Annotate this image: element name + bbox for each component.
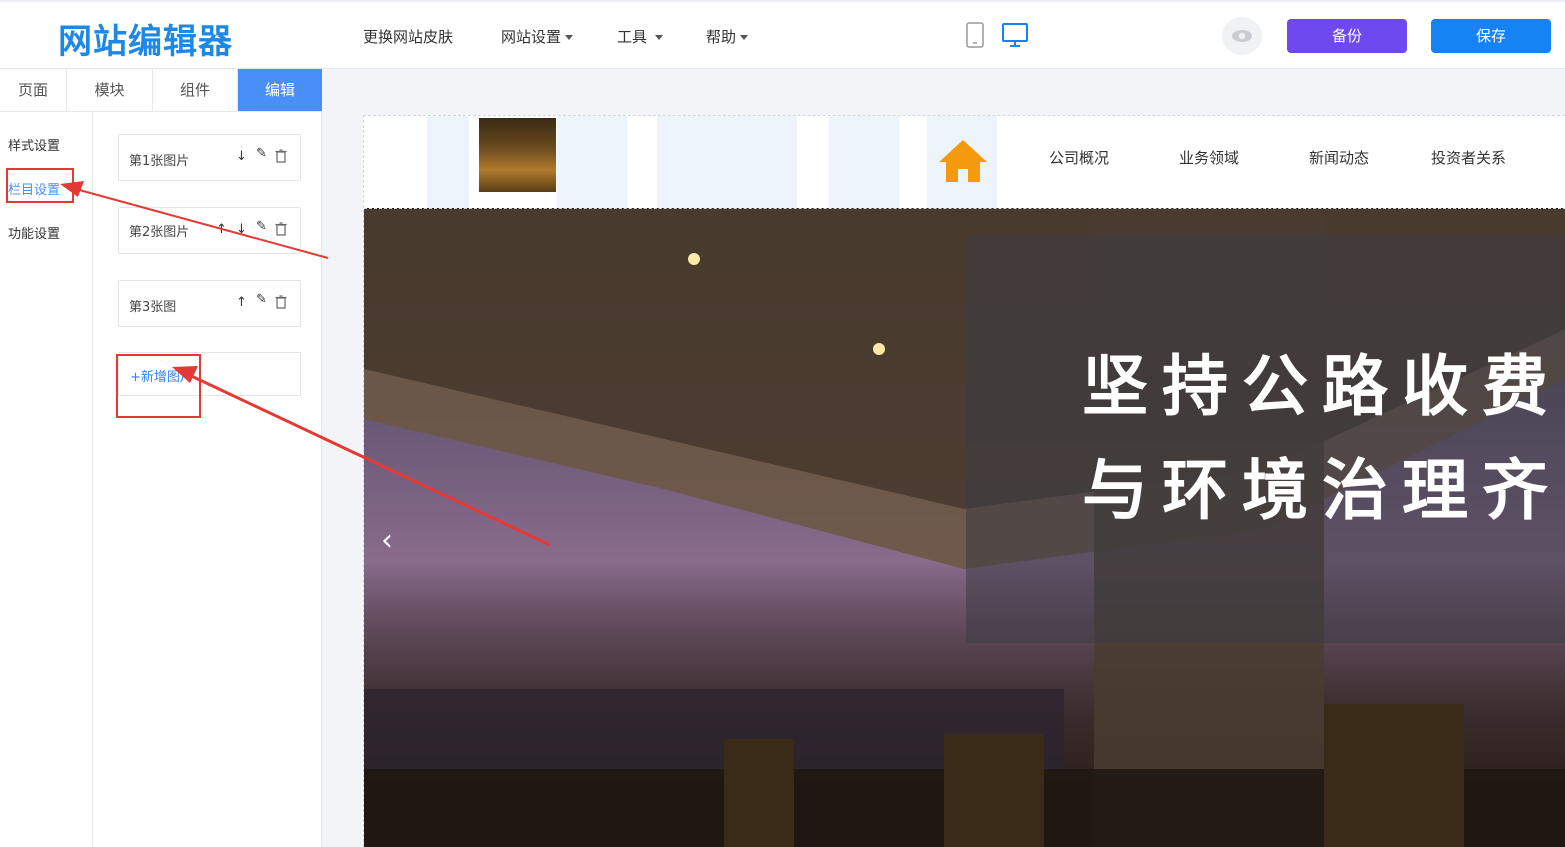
image-item-1: 第1张图片 ↓ ✎	[118, 134, 301, 181]
settings-subnav: 样式设置 栏目设置 功能设置	[0, 112, 93, 847]
chevron-down-icon	[740, 35, 749, 40]
menu-skin[interactable]: 更换网站皮肤	[363, 26, 453, 47]
annotation-box-column-settings	[6, 168, 74, 203]
monitor-icon[interactable]	[1001, 22, 1029, 52]
arrow-up-icon[interactable]: ↑	[236, 295, 247, 311]
arrow-down-icon[interactable]: ↓	[236, 222, 247, 238]
chevron-down-icon	[655, 35, 664, 40]
home-icon[interactable]	[937, 138, 989, 188]
header-stripe	[829, 116, 899, 208]
preview-canvas: 公司概况 业务领域 新闻动态 投资者关系 坚持公路收费 与环境治理齐 ‹	[322, 70, 1565, 847]
arrow-up-icon[interactable]: ↑	[216, 222, 227, 238]
site-nav-business[interactable]: 业务领域	[1179, 147, 1239, 168]
banner-headline-line1: 坚持公路收费	[1082, 347, 1562, 425]
image-item-2: 第2张图片 ↑ ↓ ✎	[118, 207, 301, 254]
tab-page[interactable]: 页面	[0, 69, 67, 111]
menu-skin-label: 更换网站皮肤	[363, 28, 454, 46]
tab-module[interactable]: 模块	[67, 69, 153, 111]
save-button[interactable]: 保存	[1431, 19, 1551, 53]
tab-edit[interactable]: 编辑	[238, 69, 322, 111]
panel-tabs: 页面 模块 组件 编辑	[0, 69, 322, 112]
menu-tools[interactable]: 工具	[617, 26, 664, 47]
trash-icon[interactable]	[275, 149, 287, 168]
eye-icon[interactable]	[1222, 17, 1262, 55]
image-item-3: 第3张图 ↑ ✎	[118, 280, 301, 327]
edit-panel: 样式设置 栏目设置 功能设置 第1张图片 ↓ ✎ 第2张图片 ↑ ↓ ✎ 第3张…	[0, 112, 322, 847]
top-rule	[0, 0, 1565, 2]
pencil-icon[interactable]: ✎	[256, 146, 267, 162]
header-stripe	[557, 116, 627, 208]
menu-tools-label: 工具	[617, 28, 648, 46]
trash-icon[interactable]	[275, 295, 287, 314]
menu-help-label: 帮助	[706, 28, 737, 46]
annotation-box-add-image	[116, 354, 201, 418]
site-preview: 公司概况 业务领域 新闻动态 投资者关系 坚持公路收费 与环境治理齐 ‹	[363, 115, 1565, 847]
phone-icon[interactable]	[966, 22, 984, 52]
banner-headline-line2: 与环境治理齐	[1082, 451, 1562, 529]
site-logo-image[interactable]	[479, 118, 556, 192]
menu-site-settings-label: 网站设置	[501, 28, 562, 46]
backup-button[interactable]: 备份	[1287, 19, 1407, 53]
site-nav-investors[interactable]: 投资者关系	[1431, 147, 1506, 168]
pencil-icon[interactable]: ✎	[256, 219, 267, 235]
site-nav-news[interactable]: 新闻动态	[1309, 147, 1369, 168]
chevron-down-icon	[565, 35, 574, 40]
arrow-down-icon[interactable]: ↓	[236, 149, 247, 165]
image-item-label: 第2张图片	[129, 225, 190, 240]
banner-slider[interactable]: 坚持公路收费 与环境治理齐 ‹	[364, 208, 1565, 847]
app-logo: 网站编辑器	[58, 22, 233, 62]
subnav-function-settings[interactable]: 功能设置	[8, 223, 60, 242]
image-item-label: 第3张图	[129, 300, 177, 315]
header-stripe	[657, 116, 797, 208]
image-item-label: 第1张图片	[129, 154, 190, 169]
top-bar: 网站编辑器 更换网站皮肤 网站设置 工具 帮助 备份 保存	[0, 0, 1565, 69]
header-stripe	[427, 116, 469, 208]
menu-help[interactable]: 帮助	[706, 26, 749, 47]
pencil-icon[interactable]: ✎	[256, 292, 267, 308]
chevron-left-icon[interactable]: ‹	[381, 523, 393, 558]
trash-icon[interactable]	[275, 222, 287, 241]
menu-site-settings[interactable]: 网站设置	[501, 26, 574, 47]
site-nav-about[interactable]: 公司概况	[1049, 147, 1109, 168]
tab-component[interactable]: 组件	[153, 69, 238, 111]
subnav-style-settings[interactable]: 样式设置	[8, 135, 60, 154]
